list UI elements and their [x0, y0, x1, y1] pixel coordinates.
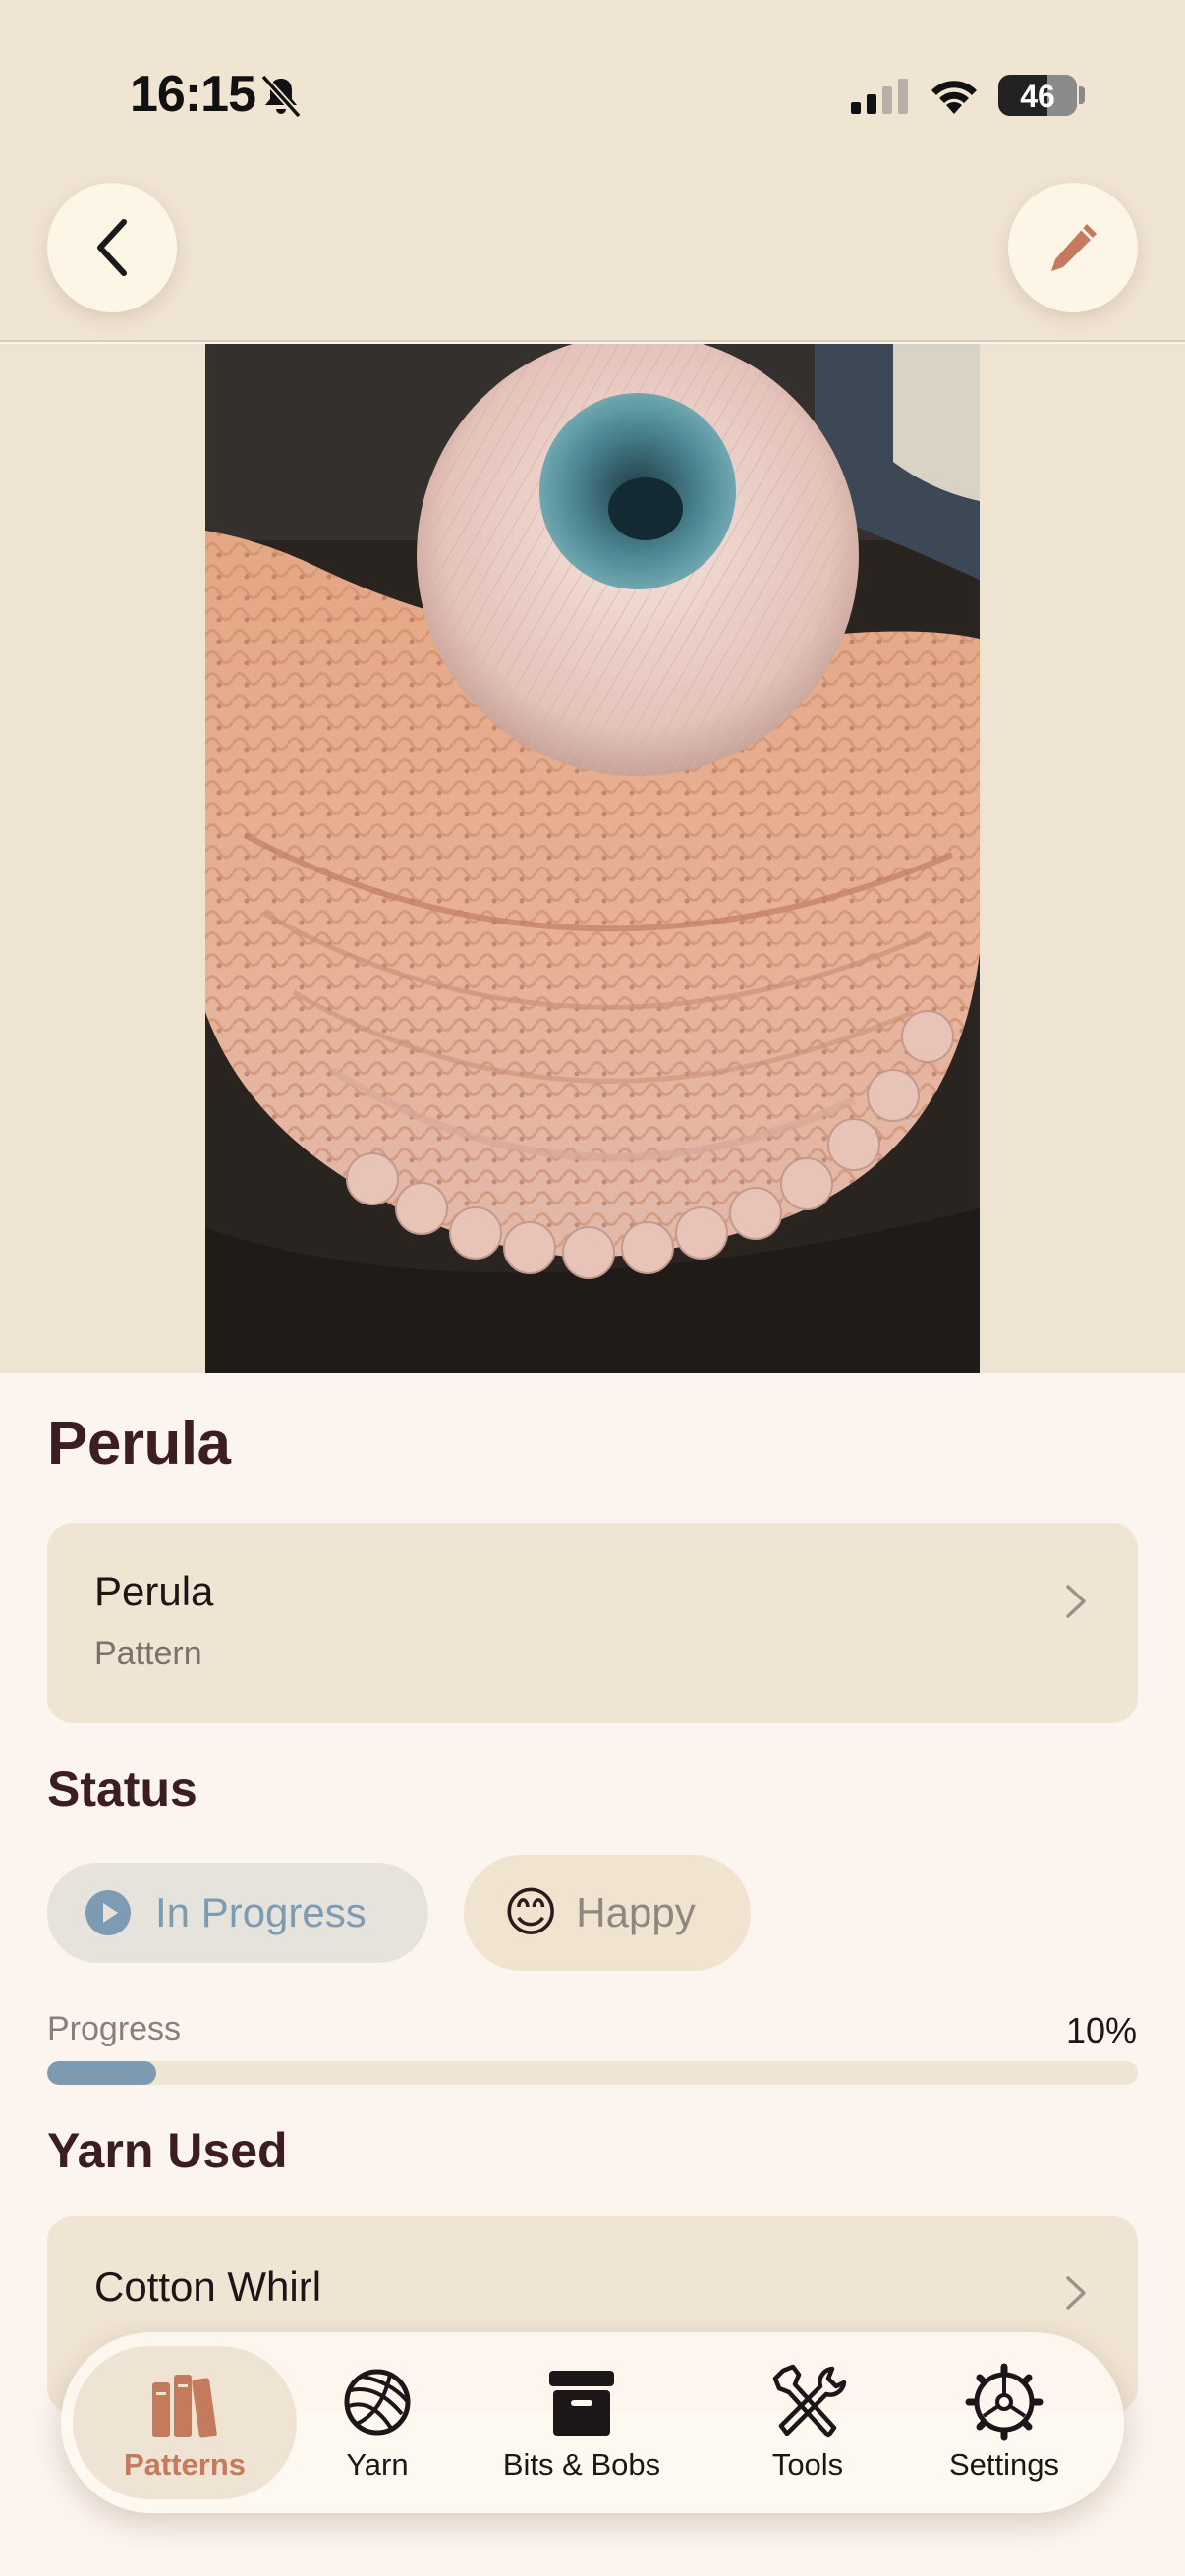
play-circle-icon	[85, 1890, 131, 1935]
page-title: Perula	[47, 1410, 231, 1478]
battery-nub	[1079, 86, 1085, 104]
pencil-icon	[1051, 224, 1097, 271]
pattern-subtitle: Pattern	[94, 1635, 202, 1672]
tab-bits-and-bobs-label: Bits & Bobs	[502, 2447, 661, 2482]
top-header: 16:15 46	[0, 0, 1185, 342]
tab-tools-label: Tools	[771, 2447, 844, 2482]
progress-label: Progress	[47, 2010, 182, 2047]
status-heading: Status	[47, 1762, 198, 1817]
battery-icon: 46	[998, 75, 1077, 116]
archive-box-icon	[549, 2371, 614, 2436]
mood-label: Happy	[576, 1889, 696, 1935]
yarn-name: Cotton Whirl	[94, 2264, 322, 2310]
mood-chip-happy[interactable]: 😊 Happy	[464, 1855, 751, 1971]
status-time: 16:15	[130, 66, 256, 123]
pattern-link-card[interactable]: Perula Pattern	[47, 1523, 1138, 1723]
chevron-left-icon	[97, 219, 127, 276]
wifi-icon	[931, 81, 977, 114]
edit-button[interactable]	[1008, 183, 1138, 312]
back-button[interactable]	[47, 183, 177, 312]
cellular-signal-icon	[851, 79, 908, 114]
tab-bits-and-bobs[interactable]: Bits & Bobs	[483, 2332, 680, 2513]
tab-patterns-label: Patterns	[123, 2447, 247, 2482]
tab-yarn-label: Yarn	[346, 2447, 409, 2482]
shawl-and-yarn-image	[205, 344, 980, 1373]
status-chip-in-progress[interactable]: In Progress	[47, 1863, 428, 1963]
tab-patterns[interactable]: Patterns	[73, 2332, 297, 2513]
project-photo[interactable]	[205, 344, 980, 1373]
gear-icon	[965, 2363, 1044, 2441]
tab-tools[interactable]: Tools	[749, 2332, 867, 2513]
progress-bar	[47, 2061, 1138, 2085]
tools-icon	[772, 2364, 847, 2438]
bottom-tab-bar: Patterns Yarn Bits & Bobs Tools Settings	[61, 2332, 1124, 2513]
books-icon	[152, 2375, 217, 2438]
tab-yarn[interactable]: Yarn	[318, 2332, 436, 2513]
tab-settings-label: Settings	[948, 2447, 1059, 2482]
yarn-ball-icon	[344, 2369, 411, 2436]
progress-percent: 10%	[1065, 2010, 1137, 2050]
smiley-face-icon: 😊	[503, 1883, 559, 1942]
tab-settings[interactable]: Settings	[926, 2332, 1083, 2513]
chevron-right-icon	[1066, 1585, 1086, 1618]
pattern-name: Perula	[94, 1568, 214, 1614]
chevron-right-icon	[1066, 2276, 1086, 2310]
progress-bar-fill	[47, 2061, 156, 2085]
status-label: In Progress	[155, 1889, 367, 1935]
battery-level: 46	[1020, 79, 1055, 114]
yarn-used-heading: Yarn Used	[47, 2123, 288, 2178]
bell-muted-icon	[260, 74, 302, 119]
